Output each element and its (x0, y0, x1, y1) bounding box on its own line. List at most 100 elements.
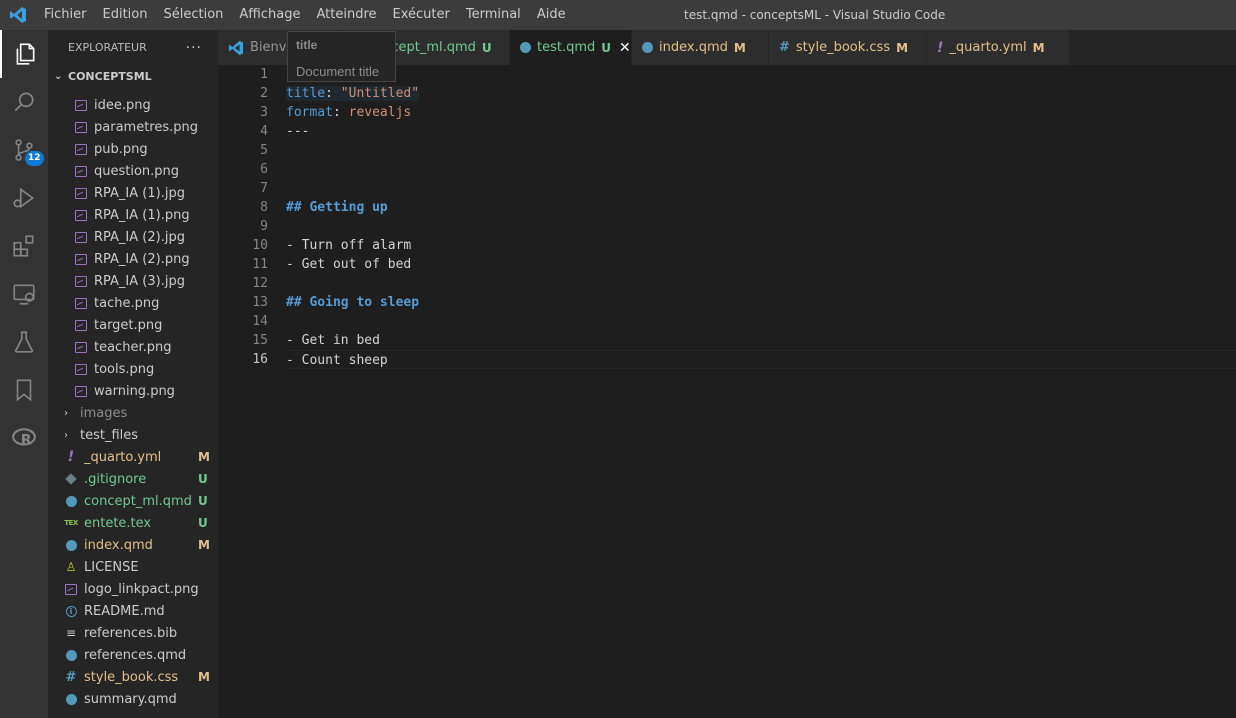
file-item[interactable]: warning.png (48, 380, 218, 402)
line-number: 13 (252, 295, 268, 310)
tab-style-book-css[interactable]: # style_book.css M (769, 30, 927, 65)
menu-selection[interactable]: Sélection (155, 0, 231, 30)
quarto-icon (642, 42, 653, 53)
menu-fichier[interactable]: Fichier (36, 0, 95, 30)
file-item[interactable]: i README.md (48, 600, 218, 622)
line-number: 14 (252, 314, 268, 329)
lines-icon: ≡ (65, 626, 77, 640)
image-icon (64, 582, 78, 596)
file-item[interactable]: question.png (48, 160, 218, 182)
folder-item[interactable]: › test_files (48, 424, 218, 446)
file-item[interactable]: summary.qmd (48, 688, 218, 710)
file-item[interactable]: # style_book.css M (48, 666, 218, 688)
extensions-icon[interactable] (0, 222, 48, 270)
menu-executer[interactable]: Exécuter (385, 0, 458, 30)
line-number: 11 (252, 257, 268, 272)
bookmark-icon[interactable] (0, 366, 48, 414)
close-icon[interactable]: ✕ (619, 40, 631, 56)
line-number: 8 (260, 200, 268, 215)
file-item[interactable]: RPA_IA (1).png (48, 204, 218, 226)
git-status-badge: M (198, 450, 210, 464)
explorer-icon[interactable] (0, 30, 48, 78)
line-number: 10 (252, 238, 268, 253)
tab-index-qmd[interactable]: index.qmd M (632, 30, 769, 65)
yaml-separator: : (332, 105, 349, 120)
code-line: title: "Untitled" (286, 84, 1236, 103)
file-item[interactable]: RPA_IA (3).jpg (48, 270, 218, 292)
file-item[interactable]: pub.png (48, 138, 218, 160)
git-status-badge: U (198, 494, 208, 508)
menu-affichage[interactable]: Affichage (231, 0, 308, 30)
image-icon (74, 120, 88, 134)
file-item[interactable]: index.qmd M (48, 534, 218, 556)
run-debug-icon[interactable] (0, 174, 48, 222)
line-number: 16 (252, 352, 268, 367)
menu-bar: Fichier Edition Sélection Affichage Atte… (36, 0, 574, 30)
file-item[interactable]: ! _quarto.yml M (48, 446, 218, 468)
file-item[interactable]: target.png (48, 314, 218, 336)
tab-quarto-yml[interactable]: ! _quarto.yml M (927, 30, 1070, 65)
line-number: 6 (260, 162, 268, 177)
license-icon: ♙ (65, 560, 77, 574)
code-line-heading: ## Getting up (286, 200, 388, 215)
tab-test-qmd[interactable]: test.qmd U ✕ (510, 30, 632, 65)
file-item[interactable]: RPA_IA (1).jpg (48, 182, 218, 204)
tab-label: _quarto.yml (949, 40, 1027, 55)
folder-item[interactable]: › images (48, 402, 218, 424)
code-line: --- (286, 124, 310, 139)
menu-edition[interactable]: Edition (95, 0, 156, 30)
file-item[interactable]: ≡ references.bib (48, 622, 218, 644)
remote-explorer-icon[interactable] (0, 270, 48, 318)
menu-aide[interactable]: Aide (529, 0, 574, 30)
search-icon[interactable] (0, 78, 48, 126)
yaml-key: format (286, 105, 333, 120)
menu-atteindre[interactable]: Atteindre (308, 0, 384, 30)
git-status-badge: M (198, 670, 210, 684)
file-item[interactable]: references.qmd (48, 644, 218, 666)
file-item[interactable]: teacher.png (48, 336, 218, 358)
image-icon (74, 230, 88, 244)
tab-label: test.qmd (537, 40, 596, 55)
file-item[interactable]: TEX entete.tex U (48, 512, 218, 534)
file-item[interactable]: logo_linkpact.png (48, 578, 218, 600)
file-item[interactable]: tools.png (48, 358, 218, 380)
file-item[interactable]: parametres.png (48, 116, 218, 138)
image-icon (74, 186, 88, 200)
code-line: - Turn off alarm (286, 238, 412, 253)
file-item[interactable]: idee.png (48, 98, 218, 116)
vscode-logo-icon (0, 0, 36, 30)
line-number-gutter: 1 2 3 4 5 6 7 8 9 10 11 12 13 14 15 16 (218, 65, 268, 369)
git-status-badge: U (481, 40, 492, 55)
file-item[interactable]: concept_ml.qmd U (48, 490, 218, 512)
tab-label: style_book.css (795, 40, 891, 55)
code-area[interactable]: --- title: "Untitled" format: revealjs -… (286, 65, 1236, 369)
code-editor[interactable]: 1 2 3 4 5 6 7 8 9 10 11 12 13 14 15 16 -… (218, 65, 1236, 718)
css-icon: # (779, 40, 790, 55)
more-actions-icon[interactable]: ··· (186, 40, 202, 56)
menu-terminal[interactable]: Terminal (458, 0, 529, 30)
line-number: 15 (252, 333, 268, 348)
testing-icon[interactable] (0, 318, 48, 366)
workspace-section[interactable]: ⌄ CONCEPTSML (48, 65, 218, 87)
code-line-heading: ## Going to sleep (286, 295, 420, 310)
code-line: format: revealjs (286, 103, 1236, 122)
file-item[interactable]: .gitignore U (48, 468, 218, 490)
git-status-badge: M (733, 40, 746, 55)
image-icon (74, 296, 88, 310)
git-status-badge: M (896, 40, 909, 55)
file-item[interactable]: tache.png (48, 292, 218, 314)
file-item[interactable]: RPA_IA (2).png (48, 248, 218, 270)
activity-bar: 12 R (0, 30, 48, 718)
file-item[interactable]: RPA_IA (2).jpg (48, 226, 218, 248)
image-icon (74, 274, 88, 288)
workspace-name: CONCEPTSML (68, 69, 152, 83)
yaml-icon: ! (937, 39, 944, 56)
git-status-badge: M (1032, 40, 1045, 55)
explorer-title: EXPLORATEUR (68, 41, 147, 54)
r-language-icon[interactable]: R (0, 414, 48, 462)
file-item[interactable]: ♙ LICENSE (48, 556, 218, 578)
line-number: 4 (260, 124, 268, 139)
code-line: - Get in bed (286, 333, 380, 348)
source-control-icon[interactable]: 12 (0, 126, 48, 174)
